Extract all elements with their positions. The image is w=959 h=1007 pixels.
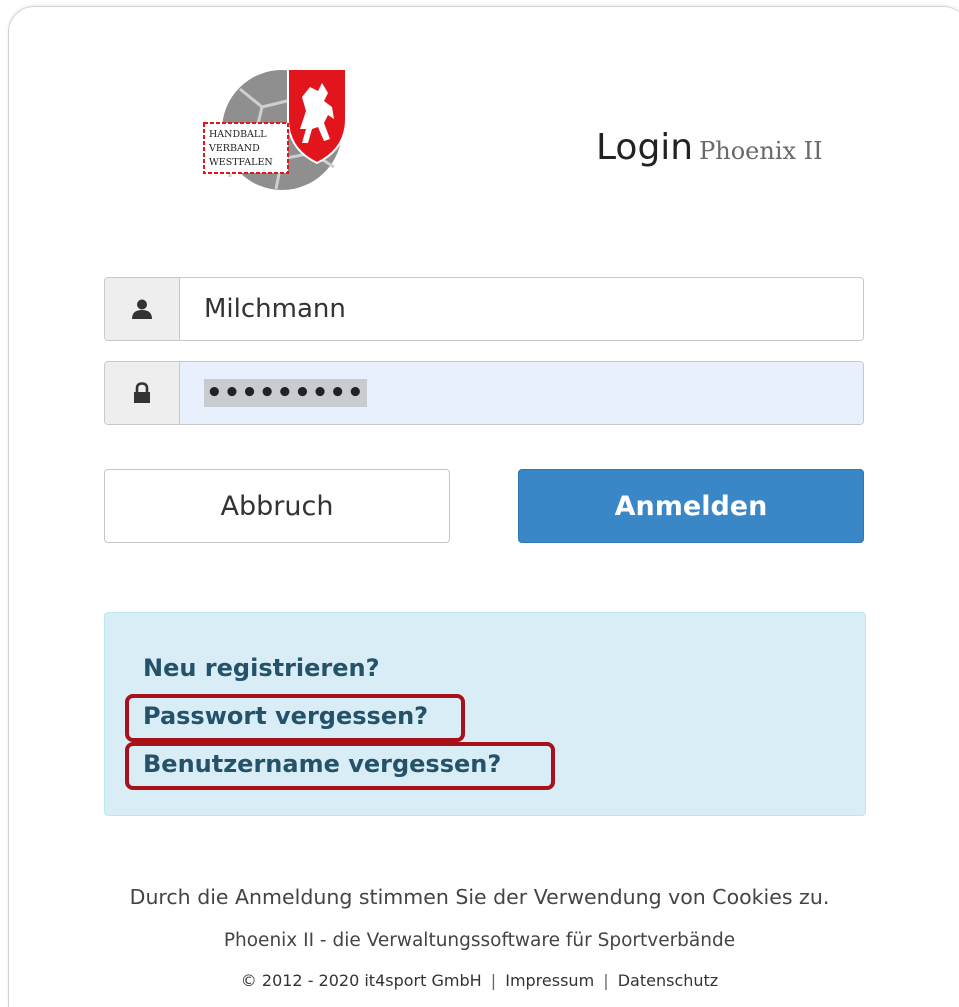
- handball-verband-westfalen-logo: HANDBALL VERBAND WESTFALEN: [203, 68, 347, 190]
- separator: |: [490, 971, 497, 990]
- lock-icon: [105, 362, 180, 424]
- password-masked-value: •••••••••: [204, 378, 367, 408]
- login-title: Login: [596, 127, 694, 168]
- logo-text-line-1: HANDBALL: [209, 129, 267, 140]
- separator: |: [603, 971, 609, 990]
- highlight-box-forgot-password: [125, 694, 465, 742]
- password-input[interactable]: •••••••••: [180, 362, 863, 424]
- register-link[interactable]: Neu registrieren?: [143, 654, 380, 682]
- datenschutz-link[interactable]: Datenschutz: [618, 971, 718, 990]
- copyright-text: © 2012 - 2020 it4sport GmbH: [240, 971, 482, 990]
- cookie-notice: Durch die Anmeldung stimmen Sie der Verw…: [129, 885, 830, 909]
- highlight-box-forgot-username: [125, 742, 555, 790]
- tagline: Phoenix II - die Verwaltungssoftware für…: [223, 930, 736, 951]
- cancel-button[interactable]: Abbruch: [104, 469, 450, 543]
- logo-text-line-2: VERBAND: [208, 143, 260, 154]
- password-field: •••••••••: [104, 361, 864, 425]
- user-icon: [105, 278, 180, 340]
- username-field: [104, 277, 864, 341]
- copyright-bar: © 2012 - 2020 it4sport GmbH | Impressum …: [0, 971, 959, 990]
- username-input[interactable]: [180, 278, 863, 340]
- login-subtitle: Phoenix II: [699, 137, 823, 165]
- login-button[interactable]: Anmelden: [518, 469, 864, 543]
- page-title: Login Phoenix II: [596, 127, 823, 168]
- impressum-link[interactable]: Impressum: [505, 971, 594, 990]
- logo-text-line-3: WESTFALEN: [209, 157, 273, 168]
